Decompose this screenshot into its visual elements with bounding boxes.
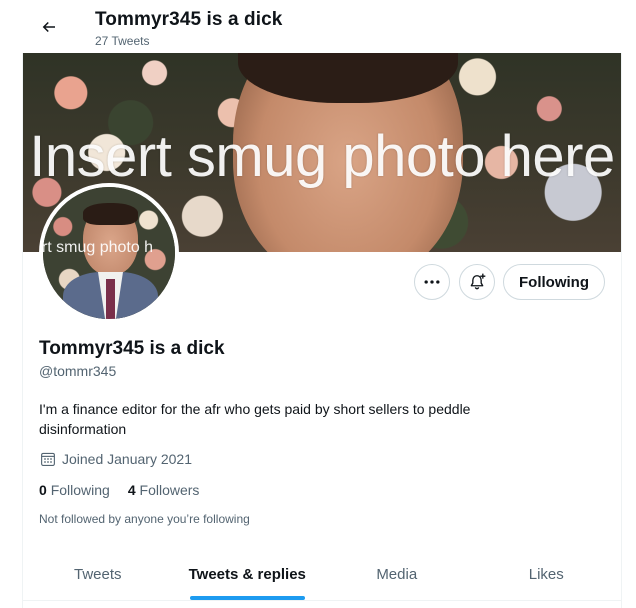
tab-label: Media xyxy=(376,565,418,583)
avatar-hair xyxy=(83,203,138,225)
avatar[interactable]: ert smug photo h xyxy=(39,183,179,323)
arrow-left-icon xyxy=(42,21,55,33)
profile-name: Tommyr345 is a dick xyxy=(39,338,225,359)
bell-plus-icon xyxy=(470,273,486,290)
joined-date: Joined January 2021 xyxy=(39,450,192,468)
more-horizontal-icon xyxy=(424,280,440,284)
notifications-button[interactable] xyxy=(459,264,495,300)
tab-tweets-and-replies[interactable]: Tweets & replies xyxy=(173,548,323,600)
top-bar: Tommyr345 is a dick 27 Tweets xyxy=(0,0,636,53)
tweet-count: 27 Tweets xyxy=(95,34,150,48)
tab-label: Tweets & replies xyxy=(188,565,306,583)
following-label: Following xyxy=(50,482,110,498)
not-followed-note: Not followed by anyone you’re following xyxy=(39,512,250,526)
tab-media[interactable]: Media xyxy=(322,548,472,600)
profile-handle: @tommr345 xyxy=(39,363,117,379)
following-link[interactable]: 0 Following xyxy=(39,482,110,498)
tabs-divider xyxy=(23,600,621,601)
follow-stats: 0 Following 4 Followers xyxy=(39,482,199,498)
profile-tabs: Tweets Tweets & replies Media Likes xyxy=(23,548,621,600)
page-title: Tommyr345 is a dick xyxy=(95,9,283,30)
profile-bio: I'm a finance editor for the afr who get… xyxy=(39,401,471,437)
following-button[interactable]: Following xyxy=(503,264,605,300)
banner-overlay-text: Insert smug photo here xyxy=(29,124,615,189)
following-count: 0 xyxy=(39,482,47,498)
tab-likes[interactable]: Likes xyxy=(472,548,622,600)
tab-label: Likes xyxy=(528,565,564,583)
back-button[interactable] xyxy=(36,14,62,40)
more-button[interactable] xyxy=(414,264,450,300)
followers-link[interactable]: 4 Followers xyxy=(128,482,200,498)
followers-count: 4 xyxy=(127,482,136,498)
avatar-tie xyxy=(106,279,115,319)
followers-label: Followers xyxy=(139,482,200,498)
joined-text: Joined January 2021 xyxy=(62,451,192,467)
avatar-overlay-text: ert smug photo h xyxy=(39,239,154,256)
tab-label: Tweets xyxy=(73,565,122,583)
calendar-icon xyxy=(41,452,55,466)
tab-tweets[interactable]: Tweets xyxy=(23,548,173,600)
